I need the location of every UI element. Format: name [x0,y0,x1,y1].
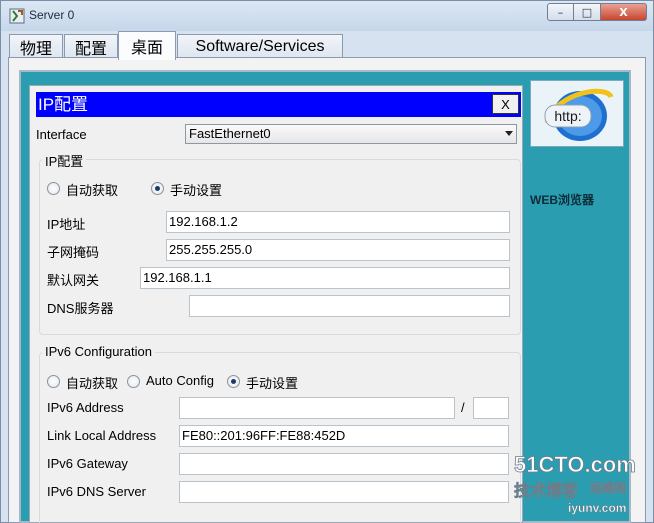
ipv4-group-title: IP配置 [42,151,87,170]
ipv6-prefix-input[interactable] [473,397,509,419]
watermark-line3: 运维网 [590,480,626,495]
dialog-close-button[interactable]: X [492,94,519,114]
ipv4-auto-label[interactable]: 自动获取 [66,180,118,199]
minimize-icon: – [557,5,564,19]
ipv6-address-label: IPv6 Address [47,400,124,415]
tab-strip: 物理 配置 桌面 Software/Services [1,31,653,60]
title-bar[interactable]: Server 0 – □ X [1,1,653,31]
ip-address-input[interactable]: 192.168.1.2 [166,211,510,233]
close-window-button[interactable]: X [601,3,647,21]
prefix-separator: / [461,400,465,415]
ipv4-auto-radio[interactable] [47,182,60,195]
packet-tracer-icon [9,8,25,24]
ipv6-address-input[interactable] [179,397,455,419]
window-title: Server 0 [29,8,75,22]
ipv6-autoconfig-radio[interactable] [127,375,140,388]
web-browser-icon: http: [544,88,614,141]
dns-server-input[interactable] [189,295,510,317]
web-browser-label[interactable]: WEB浏览器 [530,191,594,208]
interface-selected-value: FastEthernet0 [189,126,271,141]
ipv6-auto-label[interactable]: 自动获取 [66,373,118,392]
dialog-title: IP配置 [36,92,521,117]
subnet-mask-input[interactable]: 255.255.255.0 [166,239,510,261]
minimize-button[interactable]: – [547,3,574,21]
interface-label: Interface [36,127,87,142]
ipv6-auto-radio[interactable] [47,375,60,388]
ipv6-dns-label: IPv6 DNS Server [47,484,146,499]
ipv6-group-title: IPv6 Configuration [42,344,155,359]
tab-label: 桌面 [130,40,163,57]
tab-desktop[interactable]: 桌面 [118,31,176,60]
ipv4-manual-label[interactable]: 手动设置 [170,180,222,199]
subnet-mask-label: 子网掩码 [47,245,100,260]
default-gateway-input[interactable]: 192.168.1.1 [140,267,510,289]
browser-icon-text: http: [554,108,581,124]
watermark-line4: iyunv.com [568,501,626,515]
ipv4-manual-radio[interactable] [151,182,164,195]
ipv6-manual-radio[interactable] [227,375,240,388]
tab-label: 配置 [74,41,107,58]
dns-server-label: DNS服务器 [47,301,114,316]
ipv6-manual-label[interactable]: 手动设置 [246,373,298,392]
site-watermark: 51CTO.com 技术博客 运维网 iyunv.com [514,452,637,515]
chevron-down-icon [505,131,513,136]
web-browser-app[interactable]: http: [530,80,624,147]
close-icon: X [619,5,628,19]
watermark-line2: 技术博客 [514,481,579,500]
watermark-line1: 51CTO.com [514,452,636,477]
ip-address-label: IP地址 [47,217,86,232]
window-controls: – □ X [547,3,647,21]
ipv6-autoconfig-label[interactable]: Auto Config [146,373,214,388]
link-local-input[interactable]: FE80::201:96FF:FE88:452D [179,425,509,447]
ipv6-gateway-label: IPv6 Gateway [47,456,128,471]
ipv6-gateway-input[interactable] [179,453,509,475]
tab-software-services[interactable]: Software/Services [177,34,343,59]
link-local-label: Link Local Address [47,428,157,443]
maximize-icon: □ [581,5,593,19]
interface-select[interactable]: FastEthernet0 [185,124,517,144]
tab-config[interactable]: 配置 [64,34,118,59]
tab-physical[interactable]: 物理 [9,34,63,59]
default-gateway-label: 默认网关 [47,273,100,288]
tab-label: Software/Services [195,38,325,55]
maximize-button[interactable]: □ [574,3,601,21]
tab-label: 物理 [19,41,52,58]
ipv6-dns-input[interactable] [179,481,509,503]
